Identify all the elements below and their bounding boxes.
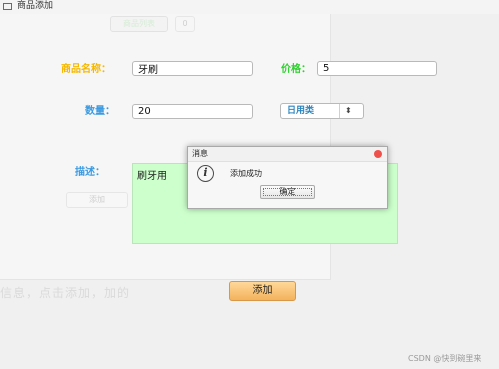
quantity-label: 数量： — [85, 106, 115, 117]
dialog-message: 添加成功 — [230, 169, 262, 178]
select-divider — [339, 104, 340, 118]
add-button[interactable]: 添加 — [229, 281, 296, 301]
dialog-title-bar: 消息 — [188, 147, 387, 162]
close-icon[interactable] — [374, 150, 382, 158]
focus-ring — [263, 188, 312, 196]
product-name-label: 商品名称： — [61, 64, 111, 75]
background-tab-number: 0 — [175, 16, 195, 32]
category-selected-value: 日用类 — [287, 106, 315, 116]
description-text: 刷牙用 — [137, 171, 167, 182]
updown-arrows-icon: ⬍ — [345, 106, 352, 115]
info-icon: i — [197, 165, 214, 182]
message-dialog: 消息 i 添加成功 确定 — [187, 146, 388, 209]
price-label: 价格： — [281, 64, 311, 75]
background-tab: 商品列表 — [110, 16, 168, 32]
dialog-title: 消息 — [192, 149, 208, 158]
background-add-button: 添加 — [66, 192, 128, 208]
window-title-bar: 商品添加 — [0, 0, 499, 14]
ok-button[interactable]: 确定 — [260, 185, 315, 199]
price-input[interactable] — [317, 61, 437, 76]
product-name-input[interactable] — [132, 61, 253, 76]
description-label: 描述： — [75, 167, 105, 178]
watermark: CSDN @快到碗里来 — [408, 354, 482, 363]
background-hint-text: 信息，点击添加，加的 — [0, 286, 131, 300]
category-select[interactable]: 日用类 ⬍ — [280, 103, 364, 119]
window-icon — [3, 3, 12, 10]
window-title: 商品添加 — [17, 1, 54, 11]
quantity-input[interactable] — [132, 104, 253, 119]
